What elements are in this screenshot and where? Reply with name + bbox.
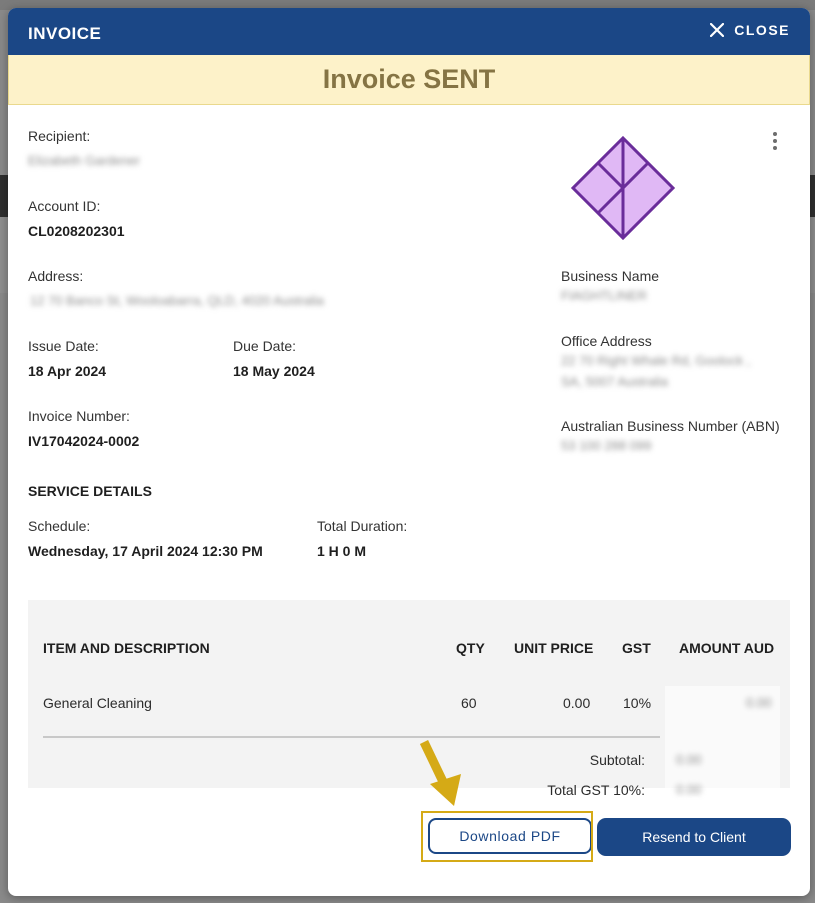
pointer-arrow-icon <box>416 738 464 813</box>
row-gst: 10% <box>623 695 652 711</box>
header-amount: AMOUNT AUD <box>679 640 775 656</box>
row-qty: 60 <box>461 695 477 711</box>
due-date-label: Due Date: <box>233 338 297 354</box>
subtotal-value: 0.00 <box>676 752 702 767</box>
more-options-icon[interactable] <box>771 132 779 154</box>
recipient-value: Elizabeth Gardener <box>28 153 141 168</box>
modal-header: INVOICE CLOSE <box>8 8 810 55</box>
address-label: Address: <box>28 268 84 284</box>
recipient-label: Recipient: <box>28 128 91 144</box>
row-amount: 0.00 <box>746 695 772 710</box>
total-gst-value: 0.00 <box>676 782 702 797</box>
account-id-value: CL0208202301 <box>28 223 125 239</box>
row-unit-price: 0.00 <box>563 695 591 711</box>
due-date-value: 18 May 2024 <box>233 363 315 379</box>
office-address-label: Office Address <box>561 333 652 349</box>
invoice-number-value: IV17042024-0002 <box>28 433 140 449</box>
schedule-value: Wednesday, 17 April 2024 12:30 PM <box>28 543 263 559</box>
close-label: CLOSE <box>734 22 790 38</box>
total-duration-value: 1 H 0 M <box>317 543 367 559</box>
address-value: 12 70 Banco St, Wooloabarra, QLD, 4020 A… <box>30 293 324 308</box>
header-gst: GST <box>622 640 651 656</box>
issue-date-label: Issue Date: <box>28 338 99 354</box>
business-logo-icon <box>570 135 676 245</box>
issue-date-value: 18 Apr 2024 <box>28 363 107 379</box>
header-item-description: ITEM AND DESCRIPTION <box>43 640 210 656</box>
close-icon <box>710 23 725 37</box>
total-gst-label: Total GST 10%: <box>547 782 645 798</box>
resend-to-client-button[interactable]: Resend to Client <box>597 818 791 856</box>
header-unit-price: UNIT PRICE <box>514 640 594 656</box>
invoice-modal: INVOICE CLOSE Invoice SENT Recipient: El… <box>8 8 810 896</box>
status-banner: Invoice SENT <box>8 55 810 105</box>
invoice-number-label: Invoice Number: <box>28 408 130 424</box>
total-duration-label: Total Duration: <box>317 518 408 534</box>
service-details-title: SERVICE DETAILS <box>28 483 152 499</box>
office-address-line1: 22 70 Right Whale Rd, Goolock , <box>561 353 751 368</box>
account-id-label: Account ID: <box>28 198 101 214</box>
abn-value: 53 100 288 099 <box>561 438 652 453</box>
row-item: General Cleaning <box>43 695 152 711</box>
office-address-line2: SA, 5007 Australia <box>561 374 668 389</box>
table-divider <box>43 736 660 738</box>
schedule-label: Schedule: <box>28 518 91 534</box>
business-name-value: FIAGHTLINER <box>561 288 647 303</box>
business-name-label: Business Name <box>561 268 660 284</box>
abn-label: Australian Business Number (ABN) <box>561 418 780 434</box>
download-pdf-button[interactable]: Download PDF <box>428 818 592 854</box>
modal-title: INVOICE <box>28 24 102 43</box>
line-items-table: ITEM AND DESCRIPTION QTY UNIT PRICE GST … <box>28 600 790 798</box>
close-button[interactable]: CLOSE <box>710 22 790 38</box>
header-qty: QTY <box>456 640 485 656</box>
subtotal-label: Subtotal: <box>589 752 645 768</box>
